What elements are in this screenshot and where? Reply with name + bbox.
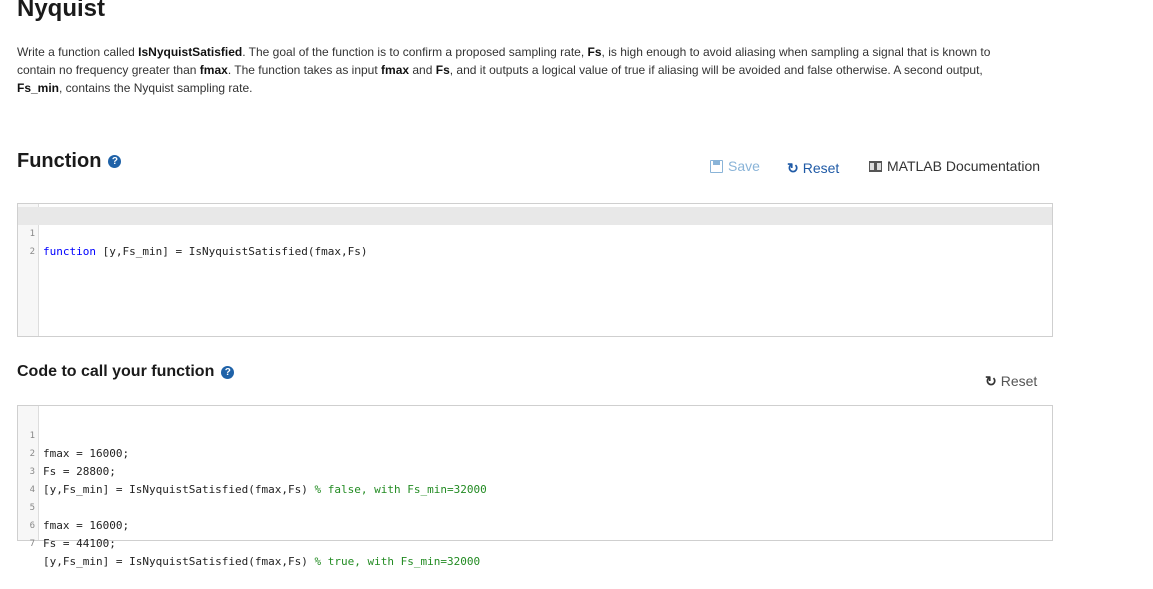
question-circle-icon[interactable]: ? [221, 365, 235, 379]
code-line[interactable]: 5 fmax = 16000; [18, 481, 1052, 532]
save-button[interactable]: Save [710, 157, 760, 175]
reset-label: Reset [802, 160, 840, 176]
question-circle-icon[interactable]: ? [108, 154, 122, 168]
code-rest: [y,Fs_min] = IsNyquistSatisfied(fmax,Fs) [95, 245, 368, 258]
desc-text: . The function takes as input [227, 63, 382, 77]
code-line[interactable]: 1 fmax = 16000; [18, 409, 1052, 460]
matlab-documentation-link[interactable]: MATLAB Documentation [869, 157, 1040, 175]
call-title-text: Code to call your function [17, 363, 215, 380]
code-text: Fs = 44100; [43, 535, 116, 553]
code-line[interactable]: 1 function [y,Fs_min] = IsNyquistSatisfi… [18, 207, 1052, 258]
function-section-title: Function ? [17, 149, 122, 173]
function-editor[interactable]: 1 function [y,Fs_min] = IsNyquistSatisfi… [17, 203, 1053, 337]
keyword: function [43, 245, 96, 258]
code-text: [y,Fs_min] = IsNyquistSatisfied(fmax,Fs)… [43, 553, 480, 571]
reset-call-button[interactable]: ↻ Reset [985, 372, 1037, 390]
desc-text: Write a function called [17, 45, 139, 59]
desc-text: and [409, 63, 436, 77]
problem-description: Write a function called IsNyquistSatisfi… [17, 43, 1017, 97]
desc-text: , and it outputs a logical value of true… [449, 63, 983, 77]
desc-text: . The goal of the function is to confirm… [242, 45, 588, 59]
page-title: Nyquist [17, 0, 106, 22]
comment: % true, with Fs_min=32000 [314, 555, 481, 568]
refresh-icon: ↻ [985, 373, 997, 389]
desc-fs-min: Fs_min [17, 81, 60, 95]
code-line[interactable]: 4 [18, 463, 1052, 495]
desc-text: , contains the Nyquist sampling rate. [59, 81, 253, 95]
code: [y,Fs_min] = IsNyquistSatisfied(fmax,Fs) [43, 555, 315, 568]
code-line[interactable]: 6 Fs = 44100; [18, 499, 1052, 550]
code-text: function [y,Fs_min] = IsNyquistSatisfied… [43, 243, 368, 261]
desc-fs: Fs [435, 63, 450, 77]
refresh-icon: ↻ [787, 160, 799, 176]
book-icon [869, 160, 882, 172]
save-label: Save [728, 158, 760, 174]
call-code-editor[interactable]: 1 fmax = 16000; 2 Fs = 28800; 3 [y,Fs_mi… [17, 405, 1053, 568]
code-line[interactable]: 3 [y,Fs_min] = IsNyquistSatisfied(fmax,F… [18, 445, 1052, 496]
desc-fmax: fmax [381, 63, 410, 77]
call-section-title: Code to call your function ? [17, 362, 235, 382]
line-number: 7 [29, 539, 35, 549]
reset-function-button[interactable]: ↻ Reset [787, 159, 839, 177]
code-line[interactable]: 2 Fs = 28800; [18, 427, 1052, 478]
code-line[interactable]: 2 [18, 225, 1052, 257]
line-number: 2 [29, 247, 35, 257]
desc-function-name: IsNyquistSatisfied [138, 45, 243, 59]
code-line[interactable]: 7 [y,Fs_min] = IsNyquistSatisfied(fmax,F… [18, 517, 1052, 568]
desc-fs: Fs [587, 45, 602, 59]
floppy-disk-icon [710, 159, 723, 173]
function-title-text: Function [17, 150, 102, 172]
desc-fmax: fmax [199, 63, 228, 77]
doc-label: MATLAB Documentation [887, 158, 1041, 174]
reset-label: Reset [1000, 373, 1038, 389]
code: Fs = 44100; [43, 537, 116, 550]
